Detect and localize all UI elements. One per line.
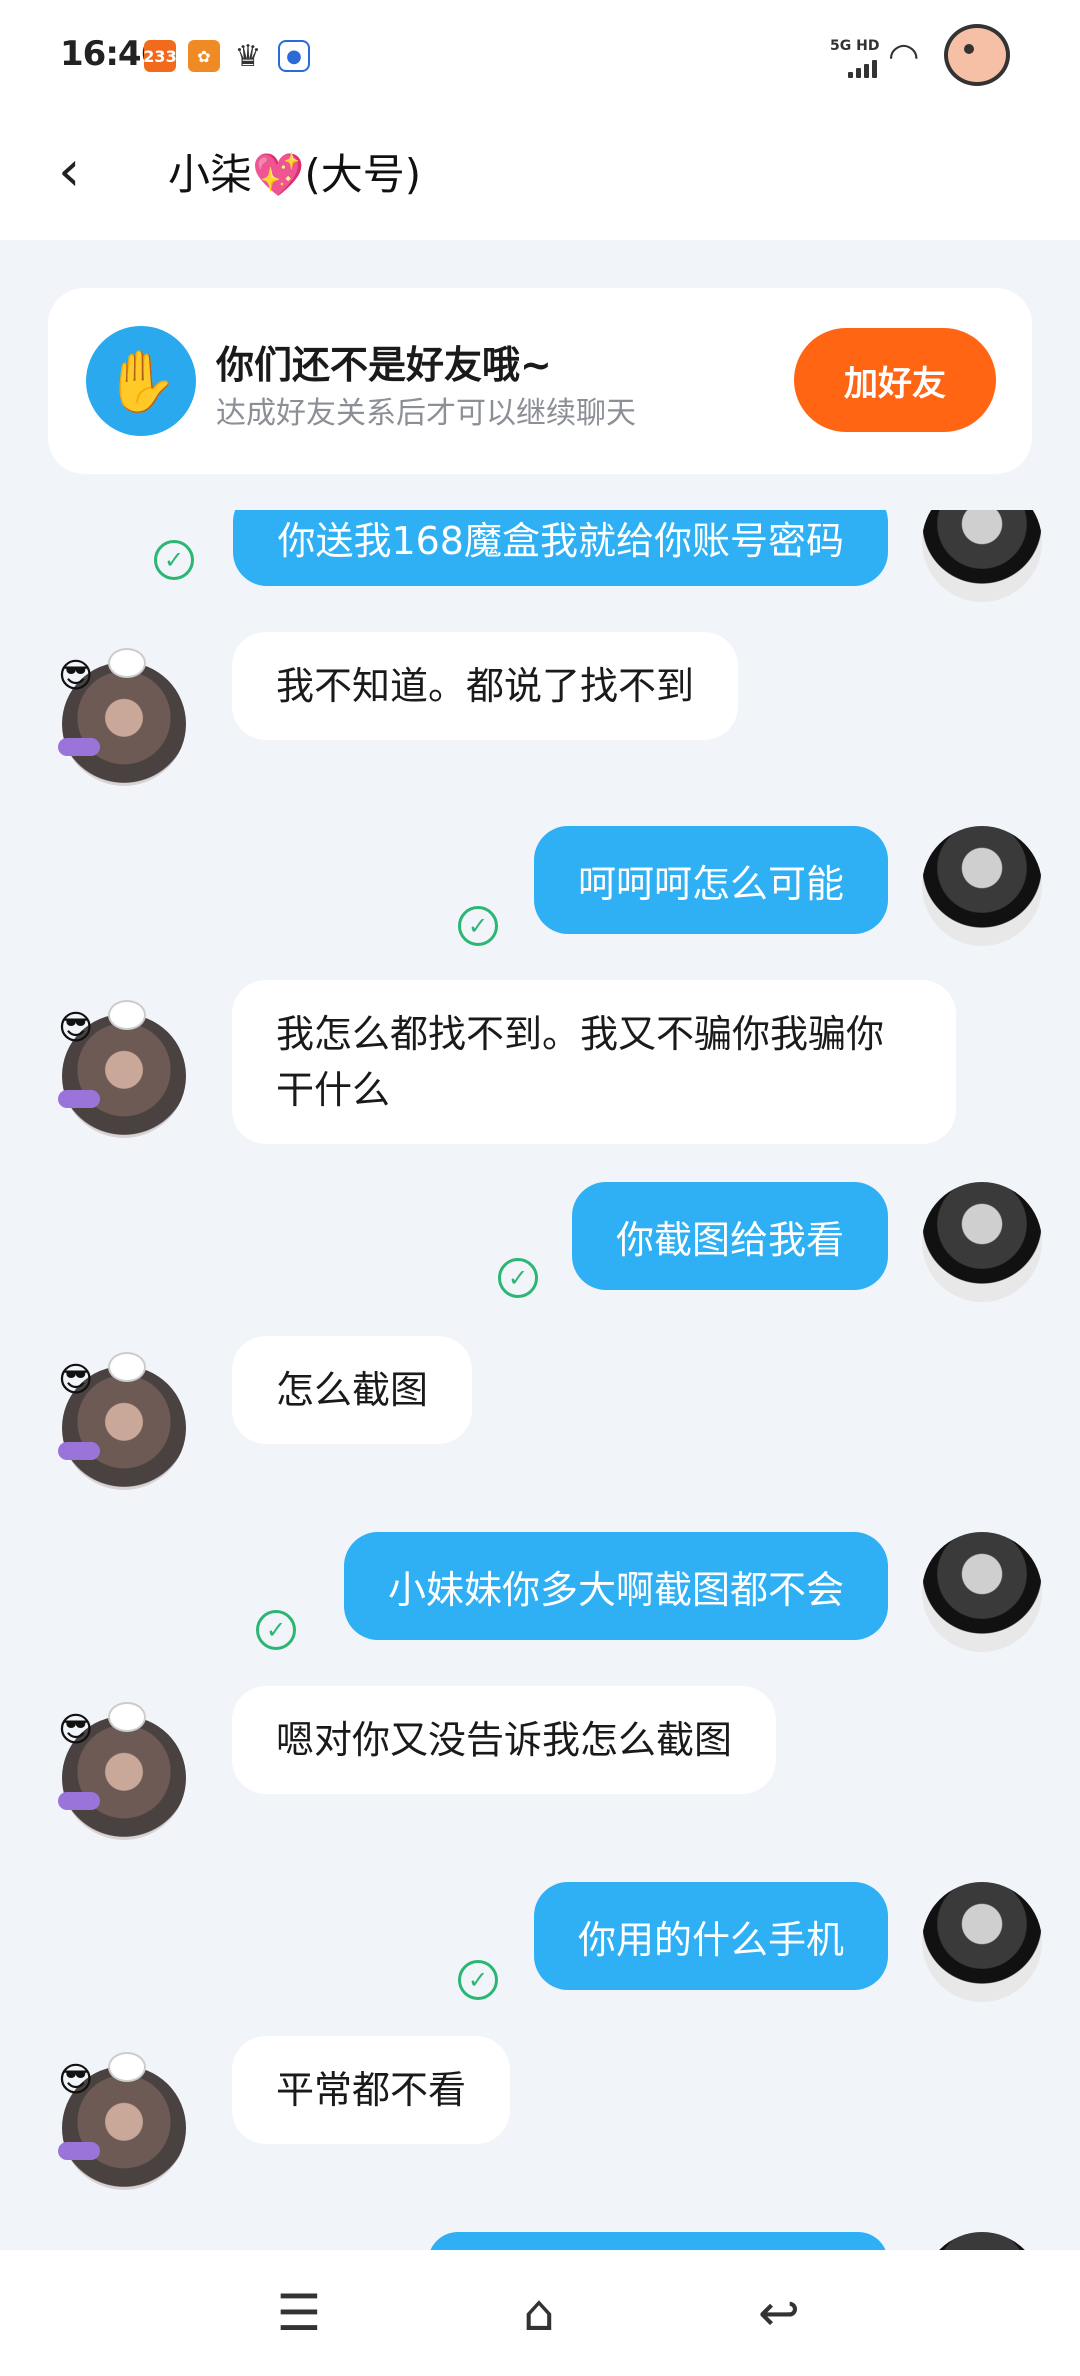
sunglasses-emoji-icon: 😎	[58, 1360, 94, 1400]
outgoing-bubble[interactable]: 你用的什么手机	[533, 1882, 888, 1990]
chat-title: 小柒💖(大号)	[168, 140, 421, 210]
signal-bars-icon	[848, 60, 877, 78]
my-avatar[interactable]	[922, 1882, 1042, 2002]
app-notification-icon: 233	[143, 40, 177, 72]
message-list[interactable]: ✓ 你送我168魔盒我就给你账号密码 😎 我不知道。都说了找不到 ✓ 呵呵呵怎么…	[0, 510, 1080, 2250]
friend-request-banner: ✋ 你们还不是好友哦~ 达成好友关系后才可以继续聊天 加好友	[48, 288, 1032, 474]
contact-name-suffix: (大号)	[304, 150, 422, 199]
contact-avatar[interactable]: 😎	[58, 2052, 186, 2190]
my-avatar[interactable]	[922, 1182, 1042, 1302]
bone-sticker-icon	[58, 738, 100, 756]
bone-sticker-icon	[58, 1792, 100, 1810]
banner-subtitle: 达成好友关系后才可以继续聊天	[216, 396, 636, 431]
my-avatar[interactable]	[922, 2232, 1042, 2250]
bone-sticker-icon	[58, 1442, 100, 1460]
wifi-icon: ◠	[888, 36, 920, 77]
puppy-sticker-icon	[108, 1702, 146, 1732]
incoming-bubble[interactable]: 我怎么都找不到。我又不骗你我骗你干什么	[232, 980, 956, 1144]
incoming-bubble[interactable]: 怎么截图	[232, 1336, 473, 1444]
incoming-bubble[interactable]: 嗯对你又没告诉我怎么截图	[232, 1686, 777, 1794]
contact-avatar[interactable]: 😎	[58, 1000, 186, 1138]
contact-name: 小柒	[168, 150, 253, 199]
sunglasses-emoji-icon: 😎	[58, 656, 94, 696]
network-label: 5G HD	[830, 38, 880, 54]
sunglasses-emoji-icon: 😎	[58, 1710, 94, 1750]
sunglasses-emoji-icon: 😎	[58, 2060, 94, 2100]
contact-avatar[interactable]: 😎	[58, 1352, 186, 1490]
puppy-sticker-icon	[108, 648, 146, 678]
outgoing-bubble[interactable]: 小妹妹你多大啊截图都不会	[343, 1532, 888, 1640]
outgoing-bubble[interactable]: 你截图给我看	[571, 1182, 888, 1290]
app-notification-icon-2: ✿	[188, 40, 220, 72]
read-check-icon: ✓	[256, 1610, 296, 1650]
read-check-icon: ✓	[458, 906, 498, 946]
home-icon[interactable]: ⌂	[506, 2280, 572, 2346]
incoming-bubble[interactable]: 我不知道。都说了找不到	[232, 632, 739, 740]
menu-icon[interactable]: ☰	[266, 2280, 332, 2346]
puppy-sticker-icon	[108, 1352, 146, 1382]
wave-hand-icon: ✋	[86, 326, 196, 436]
heart-emoji-icon: 💖	[252, 150, 305, 199]
baidu-icon: ●	[278, 40, 310, 72]
puppy-sticker-icon	[108, 2052, 146, 2082]
add-friend-button[interactable]: 加好友	[794, 328, 996, 432]
status-bar: 16:46 233 ✿ ♛ ● 5G HD ◠	[0, 0, 1080, 110]
contact-avatar[interactable]: 😎	[58, 648, 186, 786]
outgoing-bubble[interactable]: 你送我168魔盒我就给你账号密码	[233, 510, 888, 586]
my-avatar[interactable]	[922, 826, 1042, 946]
my-avatar[interactable]	[922, 510, 1042, 602]
bone-sticker-icon	[58, 1090, 100, 1108]
bone-sticker-icon	[58, 2142, 100, 2160]
outgoing-bubble-partial[interactable]	[428, 2232, 888, 2250]
contact-avatar[interactable]: 😎	[58, 1702, 186, 1840]
back-button[interactable]: ‹	[58, 142, 118, 202]
read-check-icon: ✓	[458, 1960, 498, 2000]
system-nav-bar: ☰ ⌂ ↩	[0, 2250, 1080, 2376]
puppy-sticker-icon	[108, 1000, 146, 1030]
crown-icon: ♛	[234, 38, 262, 74]
outgoing-bubble[interactable]: 呵呵呵怎么可能	[533, 826, 888, 934]
read-check-icon: ✓	[154, 540, 194, 580]
incoming-bubble[interactable]: 平常都不看	[232, 2036, 511, 2144]
sunglasses-emoji-icon: 😎	[58, 1008, 94, 1048]
back-nav-icon[interactable]: ↩	[746, 2280, 812, 2346]
read-check-icon: ✓	[498, 1258, 538, 1298]
banner-title: 你们还不是好友哦~	[216, 343, 552, 387]
chat-header: ‹ 小柒💖(大号)	[0, 110, 1080, 240]
duck-avatar-icon	[944, 24, 1010, 86]
my-avatar[interactable]	[922, 1532, 1042, 1652]
